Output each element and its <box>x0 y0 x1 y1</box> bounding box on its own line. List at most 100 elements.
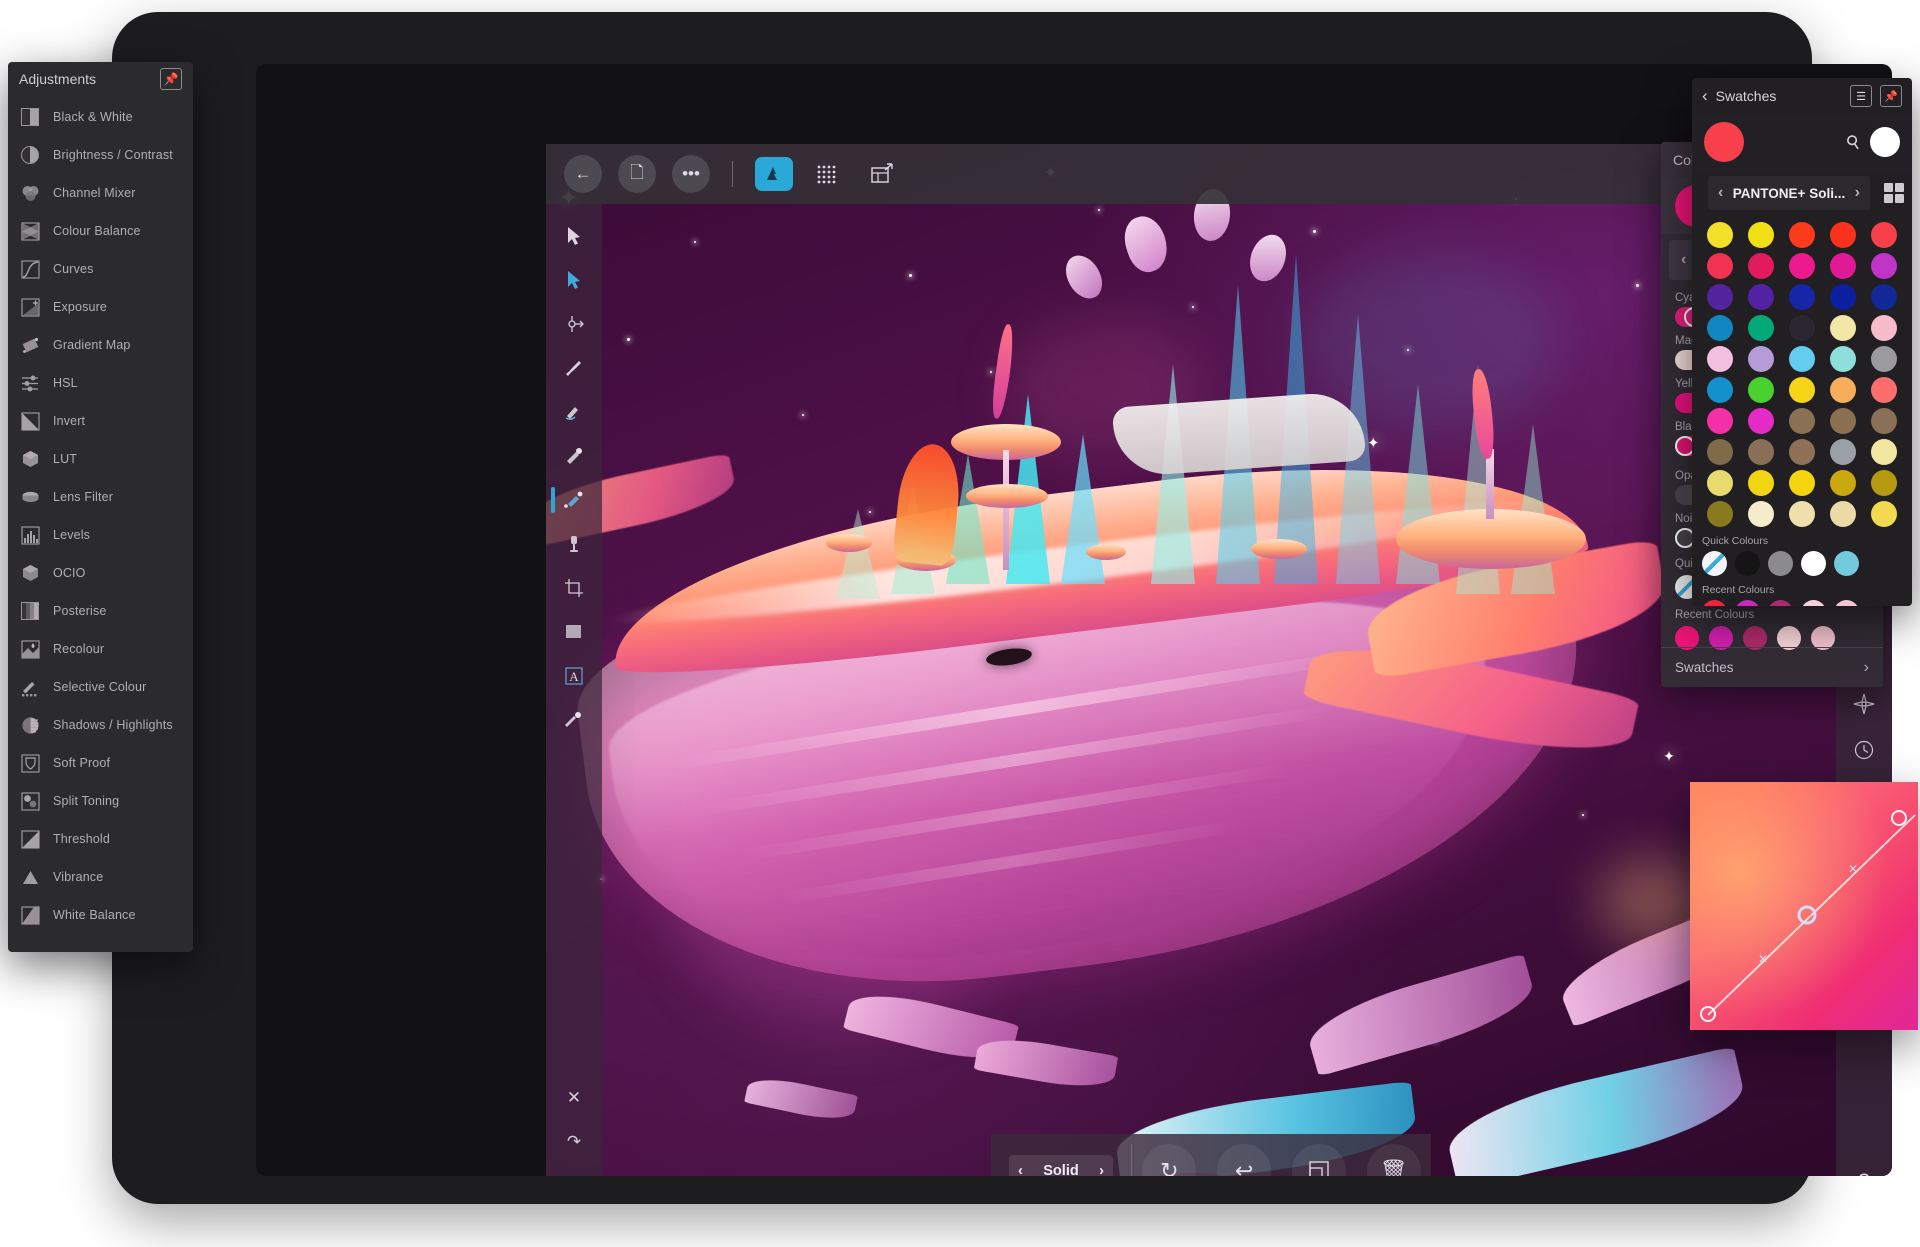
grid-view-icon[interactable] <box>1884 183 1904 203</box>
swatch-dot[interactable] <box>1871 346 1898 372</box>
adjustment-lens-filter[interactable]: Lens Filter <box>8 478 193 516</box>
swatch-dot[interactable] <box>1788 284 1815 310</box>
navigator-icon[interactable] <box>1841 681 1887 727</box>
swatch-dot[interactable] <box>1706 377 1733 403</box>
chevron-left-icon[interactable]: ‹ <box>1718 184 1723 202</box>
colour-picker-tool-icon[interactable] <box>551 698 597 742</box>
pipette-icon[interactable]: ⚲ <box>1842 130 1865 155</box>
chevron-left-icon[interactable]: ‹ <box>1702 86 1708 106</box>
swatch-dot[interactable] <box>1871 439 1898 465</box>
adjustment-recolour[interactable]: Recolour <box>8 630 193 668</box>
back-button[interactable]: ← <box>564 155 602 193</box>
swatch-dot[interactable] <box>1788 315 1815 341</box>
swatch-dot[interactable] <box>1871 284 1898 310</box>
chevron-left-icon[interactable]: ‹ <box>1681 251 1686 269</box>
primary-colour-swatch[interactable] <box>1704 122 1744 162</box>
swatch-dot[interactable] <box>1871 377 1898 403</box>
swatch-dot[interactable] <box>1747 284 1774 310</box>
recent-colour-swatch[interactable] <box>1702 600 1727 606</box>
adjustment-split-toning[interactable]: Split Toning <box>8 782 193 820</box>
more-options-button[interactable]: ••• <box>672 155 710 193</box>
persona-photo-button[interactable] <box>755 157 793 191</box>
quick-colour-swatch[interactable] <box>1801 551 1826 576</box>
swatch-dot[interactable] <box>1747 315 1774 341</box>
adjustment-black-and-white[interactable]: Black & White <box>8 98 193 136</box>
adjustment-brightness-contrast[interactable]: Brightness / Contrast <box>8 136 193 174</box>
chevron-left-icon[interactable]: ‹ <box>1018 1163 1023 1176</box>
gradient-stop-marker[interactable]: ✕ <box>1848 862 1858 876</box>
swatch-dot[interactable] <box>1788 470 1815 496</box>
swatch-dot[interactable] <box>1830 222 1857 248</box>
gradient-end-handle[interactable] <box>1891 810 1907 826</box>
close-icon[interactable]: ✕ <box>551 1076 597 1120</box>
swatch-dot[interactable] <box>1747 439 1774 465</box>
adjustment-exposure[interactable]: Exposure <box>8 288 193 326</box>
chevron-right-icon[interactable]: › <box>1099 1163 1104 1176</box>
gradient-mid-handle[interactable] <box>1797 905 1817 925</box>
adjustment-hsl[interactable]: HSL <box>8 364 193 402</box>
quick-colour-none[interactable] <box>1702 551 1727 576</box>
swatch-dot[interactable] <box>1788 408 1815 434</box>
flood-fill-tool-icon[interactable] <box>551 522 597 566</box>
adjustment-selective-colour[interactable]: Selective Colour <box>8 668 193 706</box>
adjustment-invert[interactable]: Invert <box>8 402 193 440</box>
adjustment-gradient-map[interactable]: Gradient Map <box>8 326 193 364</box>
adjustment-soft-proof[interactable]: Soft Proof <box>8 744 193 782</box>
recent-colour-swatch[interactable] <box>1801 600 1826 606</box>
swatch-dot[interactable] <box>1830 501 1857 527</box>
adjustment-channel-mixer[interactable]: Channel Mixer <box>8 174 193 212</box>
pin-icon[interactable]: 📌 <box>1880 85 1902 107</box>
document-button[interactable]: 🗋 <box>618 155 656 193</box>
swatch-dot[interactable] <box>1830 439 1857 465</box>
quick-colour-swatch[interactable] <box>1768 551 1793 576</box>
swatch-dot[interactable] <box>1830 346 1857 372</box>
rectangle-shape-tool-icon[interactable] <box>551 610 597 654</box>
adjustment-threshold[interactable]: Threshold <box>8 820 193 858</box>
trash-icon[interactable]: 🗑 <box>551 1164 597 1176</box>
palette-selector[interactable]: ‹ PANTONE+ Soli... › <box>1708 176 1870 210</box>
history-icon[interactable] <box>1841 727 1887 773</box>
swatch-dot[interactable] <box>1788 439 1815 465</box>
swatch-dot[interactable] <box>1706 408 1733 434</box>
swatch-dot[interactable] <box>1706 439 1733 465</box>
gradient-preview-card[interactable]: ✕ ✕ <box>1690 782 1918 1030</box>
pixel-brush-tool-icon[interactable] <box>551 390 597 434</box>
swatch-dot[interactable] <box>1788 222 1815 248</box>
swatch-dot[interactable] <box>1706 222 1733 248</box>
swatch-dot[interactable] <box>1871 408 1898 434</box>
recent-colour-swatch[interactable] <box>1735 600 1760 606</box>
gradient-tool-icon[interactable] <box>551 478 597 522</box>
secondary-colour-swatch[interactable] <box>1870 127 1900 157</box>
gradient-type-stepper[interactable]: ‹ Solid › <box>1009 1155 1113 1176</box>
gradient-stop-marker[interactable]: ✕ <box>1758 952 1768 966</box>
swatch-dot[interactable] <box>1830 408 1857 434</box>
gradient-start-handle[interactable] <box>1700 1006 1716 1022</box>
persona-export-button[interactable] <box>863 157 901 191</box>
swatches-link[interactable]: Swatches › <box>1661 647 1883 687</box>
adjustment-levels[interactable]: Levels <box>8 516 193 554</box>
swatch-dot[interactable] <box>1747 346 1774 372</box>
transform-tool-icon[interactable] <box>551 302 597 346</box>
swatch-dot[interactable] <box>1871 253 1898 279</box>
adjustment-lut[interactable]: LUT <box>8 440 193 478</box>
swatch-dot[interactable] <box>1871 470 1898 496</box>
swatch-dot[interactable] <box>1788 377 1815 403</box>
persona-liquify-button[interactable] <box>809 157 847 191</box>
swatch-dot[interactable] <box>1830 315 1857 341</box>
recent-colour-swatch[interactable] <box>1834 600 1859 606</box>
quick-colour-swatch[interactable] <box>1834 551 1859 576</box>
artistic-text-tool-icon[interactable]: A <box>551 654 597 698</box>
swatch-dot[interactable] <box>1747 222 1774 248</box>
recent-colour-swatch[interactable] <box>1768 600 1793 606</box>
swatch-dot[interactable] <box>1706 501 1733 527</box>
swatch-dot[interactable] <box>1706 470 1733 496</box>
adjustment-white-balance[interactable]: White Balance <box>8 896 193 934</box>
rotate-button[interactable]: ↻ Rotate <box>1142 1143 1197 1176</box>
list-menu-icon[interactable]: ☰ <box>1850 85 1872 107</box>
swatch-dot[interactable] <box>1788 253 1815 279</box>
swatch-dot[interactable] <box>1706 284 1733 310</box>
adjustment-colour-balance[interactable]: Colour Balance <box>8 212 193 250</box>
aspect-button[interactable]: Aspect <box>1291 1143 1346 1176</box>
undo-icon[interactable]: ↷ <box>551 1120 597 1164</box>
adjustment-shadows-highlights[interactable]: Shadows / Highlights <box>8 706 193 744</box>
